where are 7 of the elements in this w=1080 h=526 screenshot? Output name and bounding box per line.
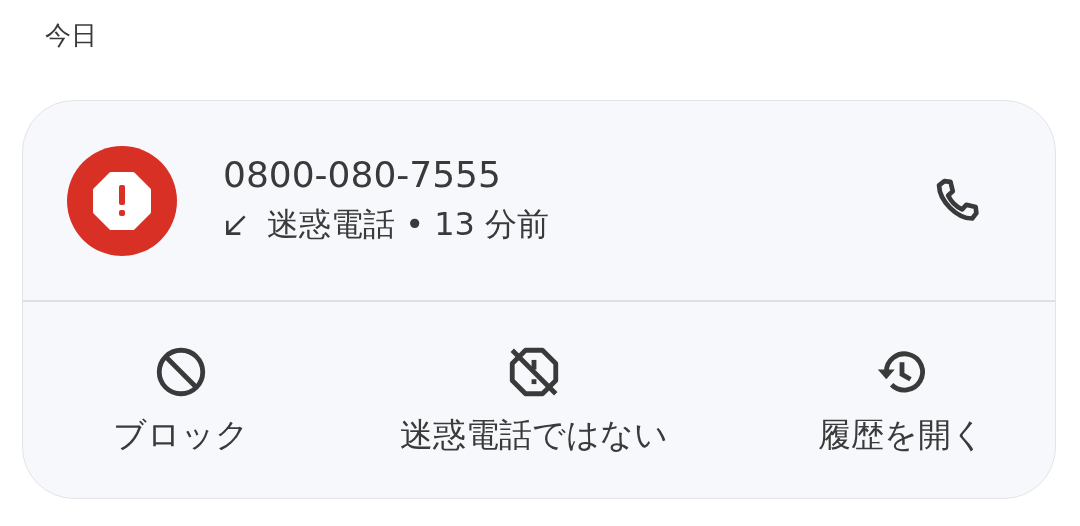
section-title: 今日: [45, 19, 97, 52]
call-detail: 迷惑電話 • 13 分前: [267, 204, 550, 245]
action-button[interactable]: 履歴を開く: [812, 342, 991, 458]
warning-icon: [67, 145, 177, 256]
action-button[interactable]: 迷惑電話ではない: [393, 342, 674, 458]
action-button[interactable]: ブロック: [107, 342, 255, 458]
phone-number: 0800-080-7555: [223, 154, 501, 195]
